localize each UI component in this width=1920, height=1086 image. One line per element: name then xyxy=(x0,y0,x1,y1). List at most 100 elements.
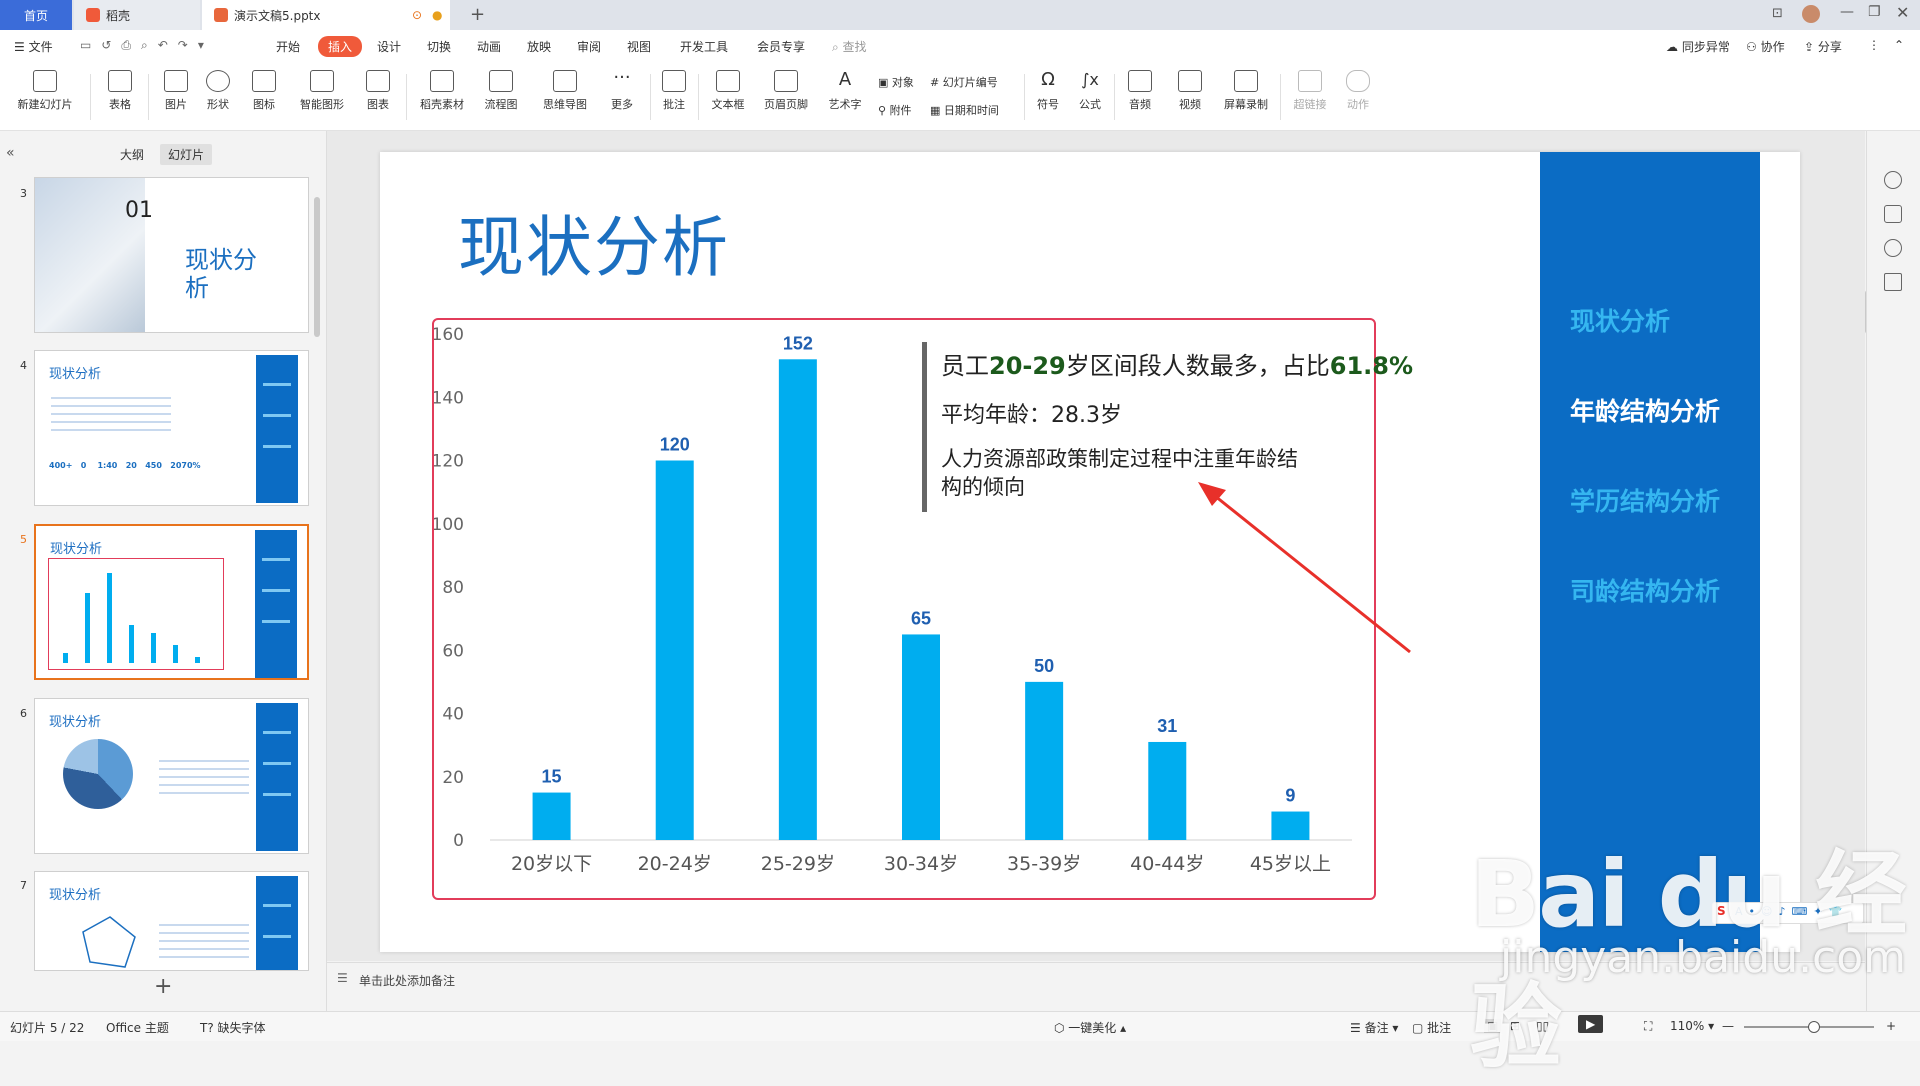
table-button[interactable]: 表格 xyxy=(100,70,140,112)
slide-number: 6 xyxy=(20,707,27,720)
wordart-label: 艺术字 xyxy=(828,98,862,111)
share-button[interactable]: ⇪ 分享 xyxy=(1804,38,1842,55)
quick-access-icons[interactable]: ▭↺⎙⌕↶↷▾ xyxy=(80,38,214,53)
menu-view[interactable]: 视图 xyxy=(627,38,651,55)
tab-slides[interactable]: 幻灯片 xyxy=(160,144,213,165)
chart-label: 图表 xyxy=(367,98,389,111)
thumbnail-sidebar xyxy=(256,703,298,851)
mindmap-button[interactable]: 思维导图 xyxy=(534,70,596,112)
daoke-icon xyxy=(86,8,100,22)
picture-button[interactable]: 图片 xyxy=(156,70,196,112)
chart-icon xyxy=(366,70,390,92)
more-button[interactable]: ··· 更多 xyxy=(602,67,642,112)
audio-button[interactable]: 音频 xyxy=(1120,70,1160,112)
help-icon[interactable] xyxy=(1884,239,1902,257)
menu-start[interactable]: 开始 xyxy=(276,38,300,55)
audio-label: 音频 xyxy=(1129,98,1151,111)
datetime-label: 日期和时间 xyxy=(943,104,999,117)
thumbnail-text-lines xyxy=(159,918,249,958)
comments-panel-icon[interactable] xyxy=(1884,205,1902,223)
notes-placeholder[interactable]: 单击此处添加备注 xyxy=(359,972,455,989)
restore-icon[interactable]: ❐ xyxy=(1868,4,1881,20)
sync-status[interactable]: ☁ 同步异常 xyxy=(1666,38,1730,55)
slide-thumbnail-3[interactable]: 01 现状分析 xyxy=(34,177,309,333)
settings-sliders-icon[interactable] xyxy=(1884,273,1902,291)
symbol-label: 符号 xyxy=(1037,98,1059,111)
comment-button[interactable]: 批注 xyxy=(656,70,692,112)
smart-art-button[interactable]: 智能图形 xyxy=(290,70,354,112)
menu-transition[interactable]: 切换 xyxy=(427,38,451,55)
screen-record-icon xyxy=(1234,70,1258,92)
picture-icon xyxy=(164,70,188,92)
tab-daoke[interactable]: 稻壳 xyxy=(74,0,200,30)
menu-developer[interactable]: 开发工具 xyxy=(680,38,728,55)
menu-file-label: 文件 xyxy=(28,40,53,54)
wordart-button[interactable]: A 艺术字 xyxy=(820,70,870,112)
thumbnail-title: 现状分析 xyxy=(49,888,102,903)
chart-button[interactable]: 图表 xyxy=(358,70,398,112)
menu-review[interactable]: 审阅 xyxy=(577,38,601,55)
remark-button[interactable]: ☰ 备注 ▾ xyxy=(1350,1019,1398,1036)
material-button[interactable]: 稻壳素材 xyxy=(414,70,470,112)
panel-scrollbar[interactable] xyxy=(314,197,320,337)
comment-toggle-button[interactable]: ▢ 批注 xyxy=(1412,1019,1451,1036)
header-footer-button[interactable]: 页眉页脚 xyxy=(758,70,814,112)
collapse-panel-icon[interactable]: « xyxy=(6,145,15,161)
tab-home-label: 首页 xyxy=(23,8,48,23)
slide-number: 7 xyxy=(20,879,27,892)
collapse-ribbon-icon[interactable]: ⌃ xyxy=(1894,38,1904,52)
menu-slideshow[interactable]: 放映 xyxy=(527,38,551,55)
missing-font-label: 缺失字体 xyxy=(217,1021,266,1035)
textbox-button[interactable]: 文本框 xyxy=(704,70,752,112)
close-icon[interactable]: ✕ xyxy=(1896,3,1909,22)
flowchart-button[interactable]: 流程图 xyxy=(476,70,526,112)
menu-member[interactable]: 会员专享 xyxy=(757,38,805,55)
symbol-button[interactable]: Ω 符号 xyxy=(1030,70,1066,112)
sidebar-item-age[interactable]: 年龄结构分析 xyxy=(1570,392,1720,428)
shape-button[interactable]: 形状 xyxy=(198,70,238,112)
attach-label: 附件 xyxy=(889,104,912,117)
attach-button[interactable]: ⚲ 附件 xyxy=(878,102,912,118)
slide-thumbnail-5[interactable]: 现状分析 xyxy=(34,524,309,680)
hyperlink-button[interactable]: 超链接 xyxy=(1288,70,1332,112)
action-button[interactable]: 动作 xyxy=(1338,70,1378,112)
slide-number-button[interactable]: # 幻灯片编号 xyxy=(930,74,998,90)
avatar[interactable] xyxy=(1802,5,1820,23)
sidebar-item-education[interactable]: 学历结构分析 xyxy=(1570,482,1720,518)
new-slide-button[interactable]: 新建幻灯片 xyxy=(10,70,80,112)
menu-file[interactable]: ☰ 文件 xyxy=(14,38,53,55)
video-button[interactable]: 视频 xyxy=(1170,70,1210,112)
tab-home[interactable]: 首页 xyxy=(0,0,72,30)
more-menu-icon[interactable]: ⋮ xyxy=(1868,38,1880,52)
more-icon: ··· xyxy=(613,67,631,88)
search-box[interactable]: ⌕ 查找 xyxy=(832,38,867,55)
icon-button[interactable]: 图标 xyxy=(244,70,284,112)
slide-thumbnail-4[interactable]: 现状分析 400+ 0 1:40 20 450 2070% xyxy=(34,350,309,506)
sidebar-item-tenure[interactable]: 司龄结构分析 xyxy=(1570,572,1720,608)
divider xyxy=(406,74,407,120)
slide-thumbnail-7[interactable]: 现状分析 xyxy=(34,871,309,971)
beautify-button[interactable]: ⬡ 一键美化 ▴ xyxy=(1054,1019,1126,1036)
object-button[interactable]: ▣ 对象 xyxy=(878,74,914,90)
missing-font-button[interactable]: T? 缺失字体 xyxy=(200,1019,266,1036)
tab-outline[interactable]: 大纲 xyxy=(120,146,144,163)
more-label: 更多 xyxy=(611,98,633,111)
slide-thumbnail-6[interactable]: 现状分析 xyxy=(34,698,309,854)
collab-button[interactable]: ⚇ 协作 xyxy=(1746,38,1785,55)
minimize-icon[interactable]: — xyxy=(1840,4,1854,20)
menu-insert[interactable]: 插入 xyxy=(318,36,363,57)
tab-document[interactable]: 演示文稿5.pptx ⊙ ● xyxy=(202,0,450,30)
new-tab-icon[interactable]: + xyxy=(470,4,485,25)
thumbnail-title: 现状分析 xyxy=(49,367,102,382)
menu-animation[interactable]: 动画 xyxy=(477,38,501,55)
pin-icon[interactable] xyxy=(1884,171,1902,189)
add-slide-icon[interactable]: + xyxy=(154,974,172,999)
icon-label: 图标 xyxy=(253,98,275,111)
menu-design[interactable]: 设计 xyxy=(377,38,401,55)
datetime-button[interactable]: ▦ 日期和时间 xyxy=(930,102,999,118)
screen-record-button[interactable]: 屏幕录制 xyxy=(1218,70,1274,112)
formula-button[interactable]: ∫x 公式 xyxy=(1072,70,1108,112)
sidebar-item-status[interactable]: 现状分析 xyxy=(1570,302,1670,338)
warning-icon[interactable]: ⊙ xyxy=(412,8,422,22)
layout-icon[interactable]: ⊡ xyxy=(1772,6,1783,21)
